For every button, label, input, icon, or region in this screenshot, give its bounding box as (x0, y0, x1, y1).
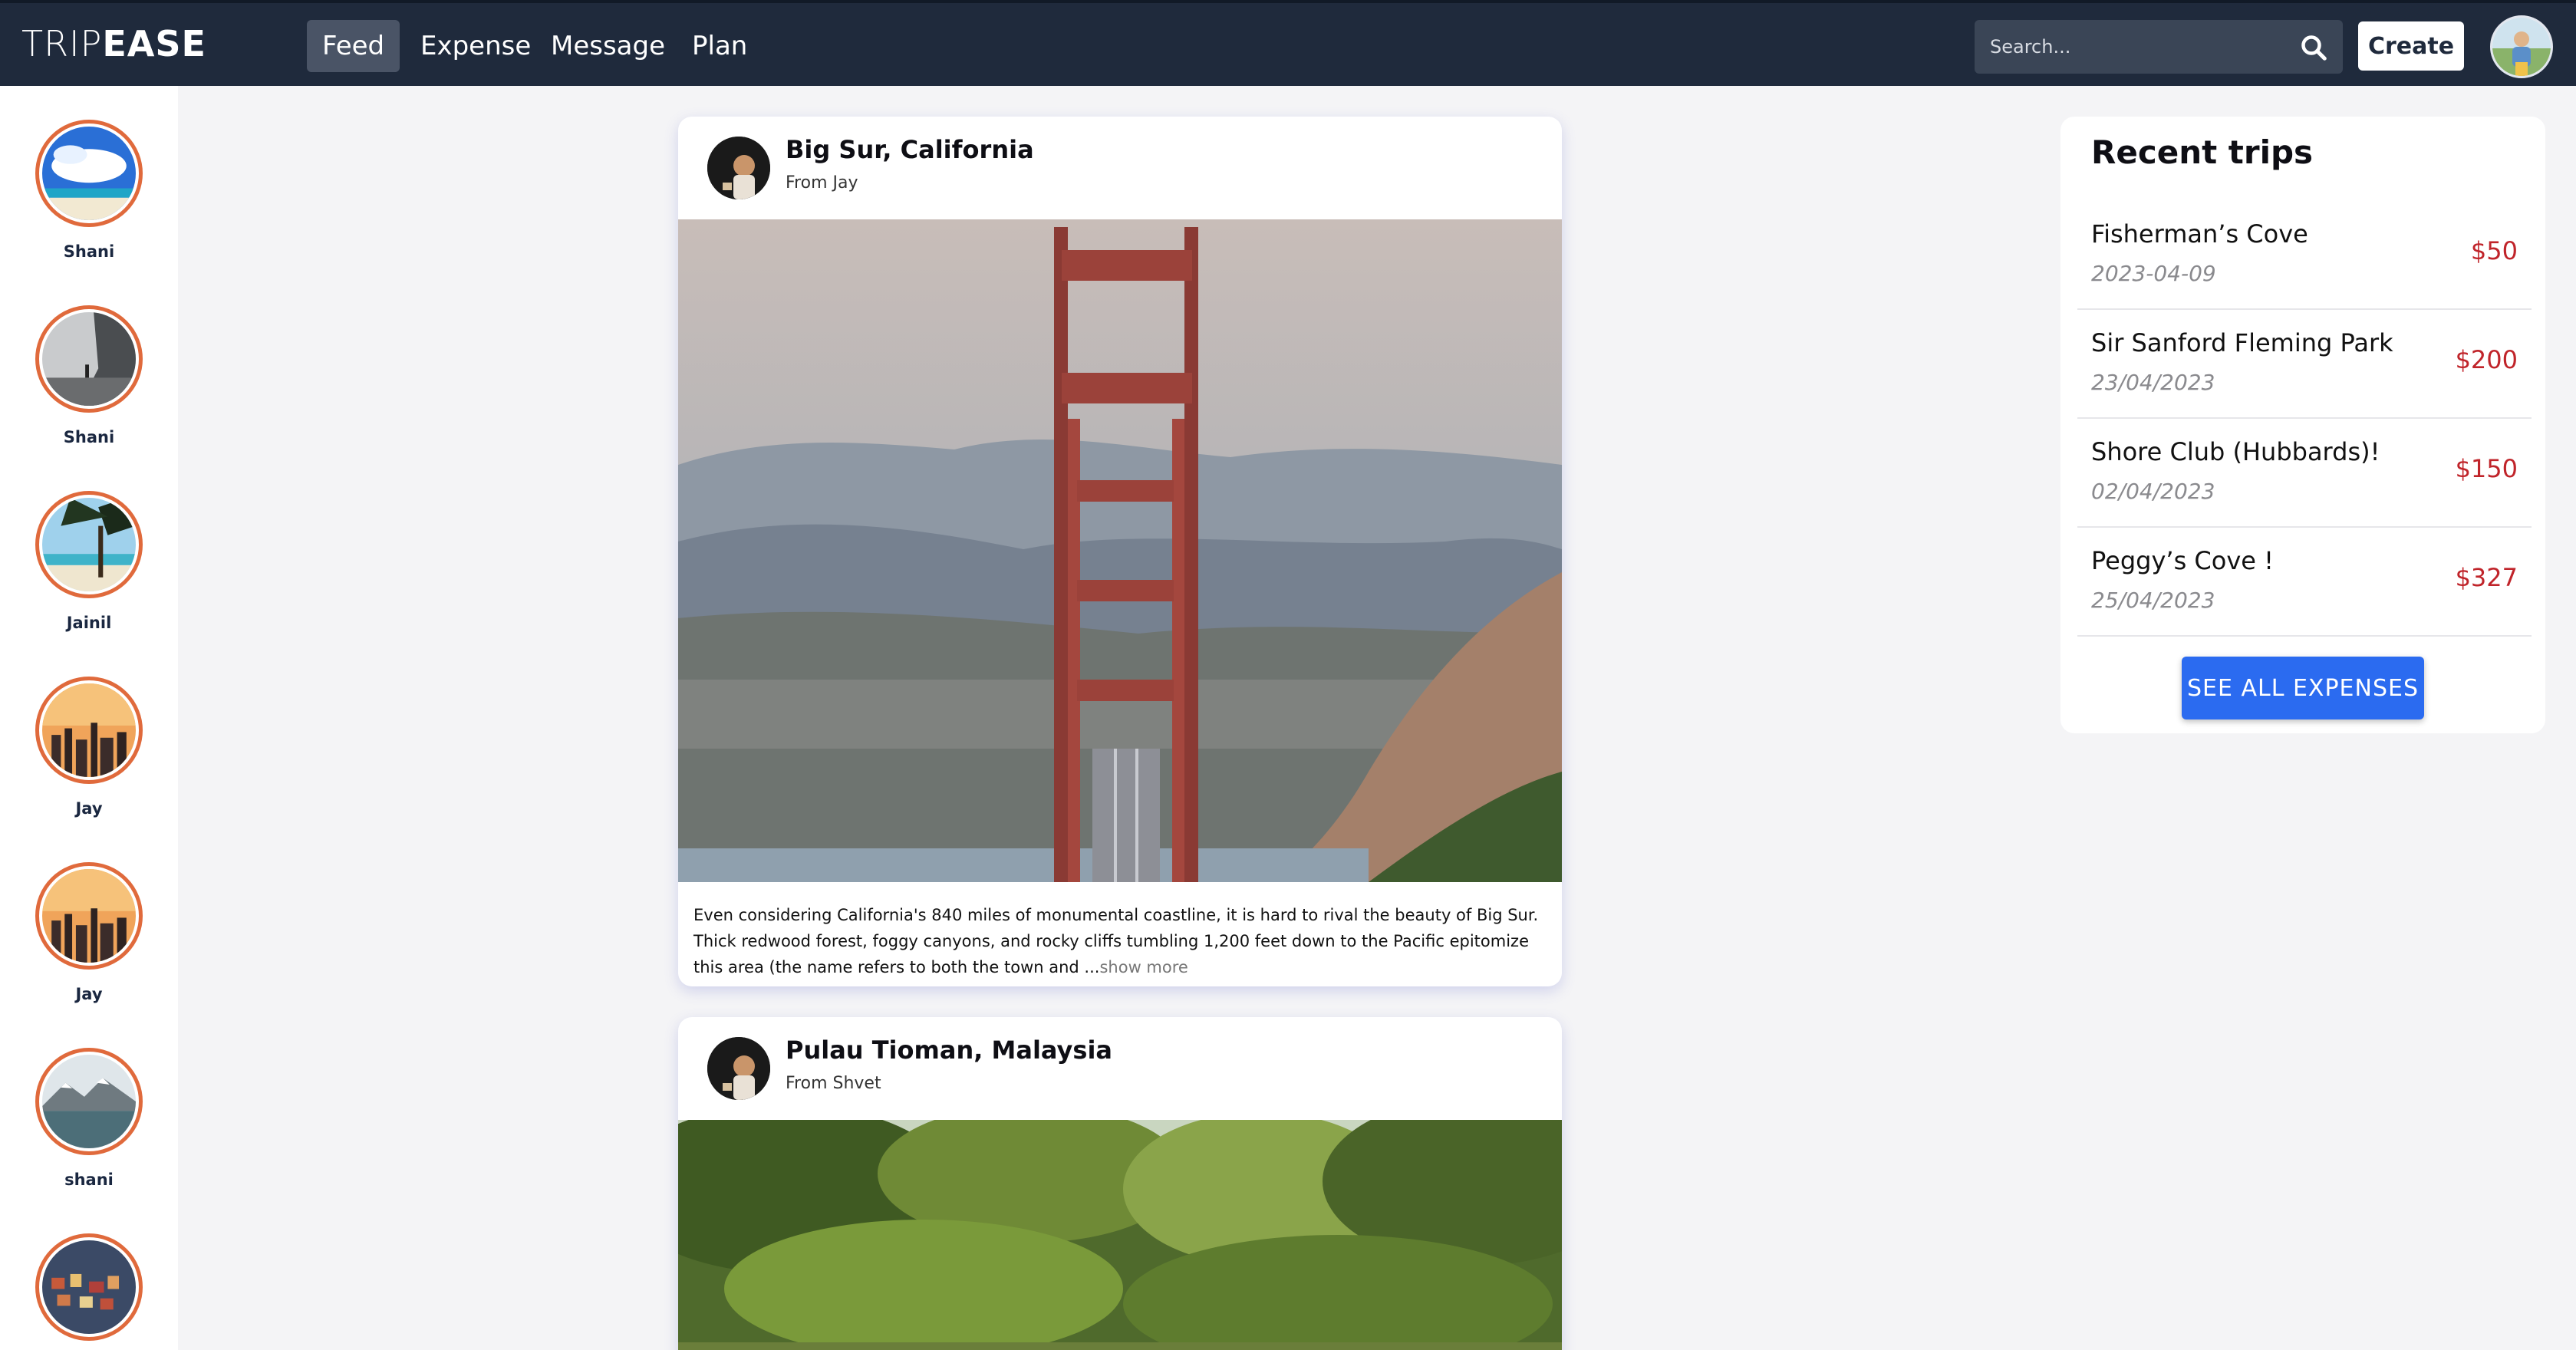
trip-name: Peggy’s Cove ! (2091, 546, 2274, 575)
story-image-coastal-town (42, 1240, 136, 1334)
story-item[interactable]: Jainil (0, 491, 178, 667)
tab-plan[interactable]: Plan (677, 20, 763, 72)
feed-post: Pulau Tioman, Malaysia From Shvet (678, 1017, 1562, 1350)
recent-trips-title: Recent trips (2091, 133, 2314, 171)
tab-feed[interactable]: Feed (307, 20, 400, 72)
story-item[interactable]: shani (0, 1048, 178, 1224)
story-ring (35, 491, 143, 598)
story-image-city-sunset (42, 869, 136, 963)
post-author: From Jay (786, 173, 858, 193)
top-navbar: TRIPEASE Feed Expense Message Plan Creat… (0, 0, 2576, 86)
story-ring (35, 862, 143, 970)
story-image-beach-sky (42, 127, 136, 220)
app-logo[interactable]: TRIPEASE (21, 23, 206, 64)
tab-message[interactable]: Message (535, 20, 680, 72)
recent-trips-panel: Recent trips Fisherman’s Cove 2023-04-09… (2060, 117, 2545, 733)
story-ring (35, 677, 143, 784)
story-name: shani (64, 1171, 114, 1189)
story-ring (35, 120, 143, 227)
post-author-avatar[interactable] (707, 1037, 770, 1100)
post-header: Pulau Tioman, Malaysia From Shvet (678, 1017, 1562, 1120)
trip-row[interactable]: Shore Club (Hubbards)! 02/04/2023 $150 (2077, 419, 2532, 528)
trip-name: Fisherman’s Cove (2091, 219, 2308, 249)
story-item[interactable]: Shani (0, 305, 178, 482)
avatar-image (707, 1037, 770, 1100)
story-image-misty-cliff (42, 312, 136, 406)
search-icon[interactable] (2300, 34, 2327, 61)
post-image-jungle-stream[interactable] (678, 1120, 1562, 1350)
trip-row[interactable]: Peggy’s Cove ! 25/04/2023 $327 (2077, 528, 2532, 637)
trip-amount: $50 (2470, 236, 2518, 265)
story-image-glacier-lake (42, 1055, 136, 1148)
trip-amount: $327 (2455, 563, 2518, 592)
see-all-expenses-button[interactable]: SEE ALL EXPENSES (2182, 657, 2424, 719)
story-item[interactable]: Jay (0, 862, 178, 1039)
story-image-palm-beach (42, 498, 136, 591)
story-name: Jainil (66, 614, 112, 632)
story-item[interactable]: Shani (0, 120, 178, 296)
story-ring (35, 1048, 143, 1155)
trip-date: 2023-04-09 (2091, 261, 2216, 286)
trip-name: Shore Club (Hubbards)! (2091, 437, 2380, 466)
post-title[interactable]: Big Sur, California (786, 135, 1034, 164)
trip-date: 25/04/2023 (2091, 588, 2215, 613)
story-name: Shani (63, 428, 115, 446)
story-item[interactable] (0, 1233, 178, 1350)
post-image-golden-gate-bridge[interactable] (678, 219, 1562, 882)
search-input[interactable] (1975, 20, 2281, 74)
post-author-avatar[interactable] (707, 137, 770, 199)
feed-post: Big Sur, California From Jay Even consid… (678, 117, 1562, 986)
story-ring (35, 1233, 143, 1341)
trip-name: Sir Sanford Fleming Park (2091, 328, 2393, 357)
trip-row[interactable]: Fisherman’s Cove 2023-04-09 $50 (2077, 201, 2532, 310)
story-ring (35, 305, 143, 413)
avatar-image (707, 137, 770, 199)
post-title[interactable]: Pulau Tioman, Malaysia (786, 1036, 1112, 1065)
user-avatar[interactable] (2490, 15, 2553, 78)
story-item[interactable]: Jay (0, 677, 178, 853)
create-button[interactable]: Create (2358, 21, 2464, 71)
post-caption: Even considering California's 840 miles … (693, 902, 1545, 980)
search-box (1975, 20, 2343, 74)
story-name: Shani (63, 242, 115, 261)
avatar-image (2492, 18, 2551, 76)
trip-row[interactable]: Sir Sanford Fleming Park 23/04/2023 $200 (2077, 310, 2532, 419)
story-name: Jay (75, 799, 103, 818)
trip-date: 23/04/2023 (2091, 370, 2215, 395)
trip-amount: $150 (2455, 454, 2518, 483)
story-name: Jay (75, 985, 103, 1003)
tab-expense[interactable]: Expense (405, 20, 546, 72)
post-header: Big Sur, California From Jay (678, 117, 1562, 219)
show-more-link[interactable]: show more (1099, 958, 1188, 976)
stories-sidebar: Shani Shani Jainil Jay Jay shani (0, 86, 178, 1350)
trip-amount: $200 (2455, 345, 2518, 374)
story-image-city-sunset (42, 683, 136, 777)
trip-date: 02/04/2023 (2091, 479, 2215, 504)
post-author: From Shvet (786, 1074, 881, 1093)
